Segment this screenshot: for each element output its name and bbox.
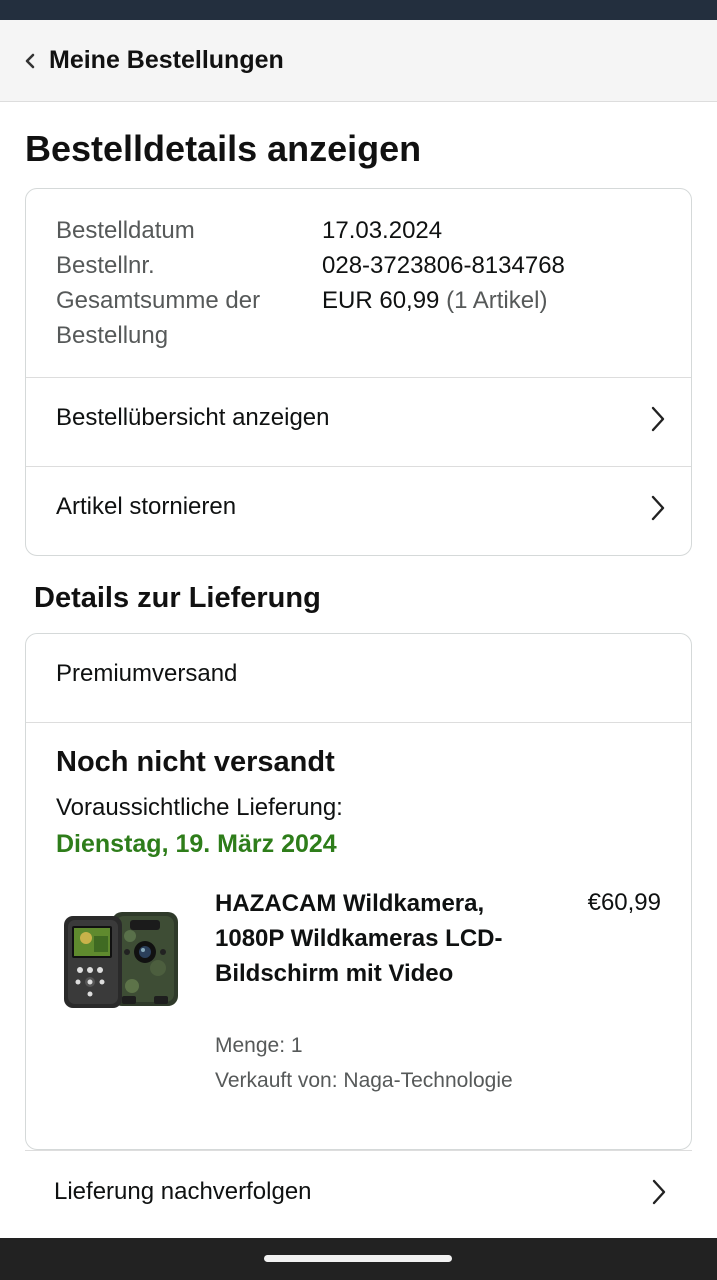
cancel-items-label: Artikel stornieren	[56, 493, 237, 520]
page-title: Bestelldetails anzeigen	[25, 128, 422, 169]
delivery-card: Premiumversand Noch nicht versandt Vorau…	[25, 633, 692, 1150]
status-bar	[0, 0, 717, 20]
divider	[25, 1150, 692, 1151]
product-seller: Verkauft von: Naga-Technologie	[215, 1069, 513, 1092]
product-image[interactable]	[60, 906, 182, 1018]
chevron-right-icon	[652, 1179, 666, 1205]
track-delivery-label: Lieferung nachverfolgen	[54, 1178, 312, 1205]
eta-label: Voraussichtliche Lieferung:	[56, 794, 343, 821]
order-total-value: EUR 60,99 (1 Artikel)	[322, 283, 547, 318]
home-indicator[interactable]	[264, 1255, 452, 1262]
order-date-value: 17.03.2024	[322, 217, 443, 244]
order-total-amount: EUR 60,99	[322, 287, 440, 314]
view-order-summary-label: Bestellübersicht anzeigen	[56, 404, 330, 431]
product-title-link[interactable]: HAZACAM Wildkamera, 1080P Wildkameras LC…	[215, 886, 535, 991]
chevron-right-icon	[651, 495, 665, 521]
eta-date: Dienstag, 19. März 2024	[56, 830, 337, 858]
product-price: €60,99	[587, 889, 661, 916]
back-to-orders-link[interactable]: Meine Bestellungen	[49, 46, 284, 75]
order-summary-card: Bestelldatum 17.03.2024 Bestellnr. 028-3…	[25, 188, 692, 556]
track-delivery-button[interactable]: Lieferung nachverfolgen	[25, 1152, 692, 1234]
cancel-items-button[interactable]: Artikel stornieren	[26, 467, 691, 555]
chevron-right-icon	[651, 406, 665, 432]
order-number-value: 028-3723806-8134768	[322, 252, 565, 279]
product-quantity: Menge: 1	[215, 1034, 303, 1057]
top-nav-bar: Meine Bestellungen	[0, 20, 717, 102]
chevron-left-icon[interactable]	[22, 51, 38, 71]
order-date-label: Bestelldatum	[56, 217, 195, 244]
order-item-count: (1 Artikel)	[446, 287, 548, 314]
order-total-label: Gesamtsumme der Bestellung	[56, 287, 261, 349]
shipping-method: Premiumversand	[56, 660, 238, 687]
system-navigation-bar	[0, 1238, 717, 1280]
order-number-label: Bestellnr.	[56, 252, 155, 279]
delivery-section-title: Details zur Lieferung	[34, 582, 321, 614]
view-order-summary-button[interactable]: Bestellübersicht anzeigen	[26, 378, 691, 466]
divider	[26, 722, 691, 723]
shipment-status: Noch nicht versandt	[56, 746, 335, 778]
